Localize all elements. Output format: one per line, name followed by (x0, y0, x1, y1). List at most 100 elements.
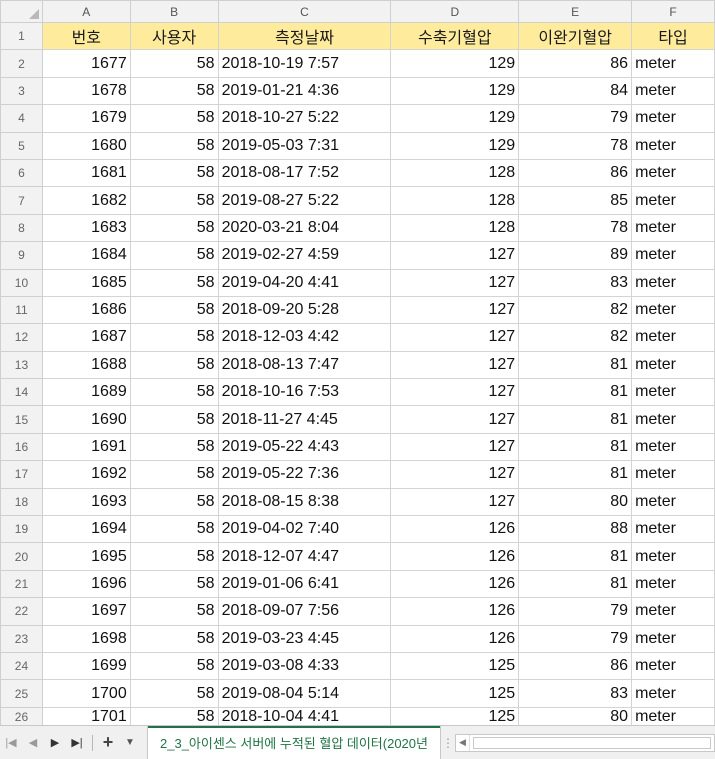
cell-user[interactable]: 58 (129, 378, 219, 407)
cell-diastolic[interactable]: 82 (518, 295, 633, 325)
cell-type[interactable]: meter (631, 378, 715, 407)
cell-user[interactable]: 58 (129, 295, 219, 325)
column-header-a[interactable]: A (41, 0, 131, 23)
cell-date[interactable]: 2019-05-03 7:31 (217, 131, 392, 160)
row-header[interactable]: 23 (0, 624, 43, 653)
cell-type[interactable]: meter (631, 213, 715, 243)
row-header[interactable]: 6 (0, 158, 43, 188)
cell-type[interactable]: meter (631, 569, 715, 599)
cell-systolic[interactable]: 128 (390, 158, 520, 188)
cell-systolic[interactable]: 127 (390, 405, 520, 434)
cell-systolic[interactable]: 127 (390, 432, 520, 462)
cell-user[interactable]: 58 (129, 460, 219, 489)
cell-systolic[interactable]: 129 (390, 76, 520, 106)
cell-id[interactable]: 1701 (41, 706, 131, 725)
cell-systolic[interactable]: 126 (390, 569, 520, 599)
prev-sheet-icon[interactable]: ◀ (22, 726, 44, 759)
cell-id[interactable]: 1688 (41, 350, 131, 380)
cell-date[interactable]: 2020-03-21 8:04 (217, 213, 392, 243)
cell-date[interactable]: 2018-09-20 5:28 (217, 295, 392, 325)
column-header-c[interactable]: C (217, 0, 392, 23)
row-header[interactable]: 10 (0, 268, 43, 297)
row-header[interactable]: 21 (0, 569, 43, 599)
row-header[interactable]: 11 (0, 295, 43, 325)
cell-type[interactable]: meter (631, 597, 715, 626)
cell-diastolic[interactable]: 81 (518, 460, 633, 489)
cell-type[interactable]: meter (631, 432, 715, 462)
row-header[interactable]: 26 (0, 706, 43, 725)
row-header[interactable]: 14 (0, 378, 43, 407)
cell-systolic[interactable]: 126 (390, 542, 520, 571)
cell-type[interactable]: meter (631, 323, 715, 352)
cell-date[interactable]: 2019-08-27 5:22 (217, 186, 392, 215)
cell-type[interactable]: meter (631, 295, 715, 325)
cell-systolic[interactable]: 129 (390, 49, 520, 78)
cell-type[interactable]: meter (631, 350, 715, 380)
cell-user[interactable]: 58 (129, 104, 219, 133)
cell-id[interactable]: 1694 (41, 515, 131, 544)
spreadsheet-grid[interactable]: A B C D E F 1 번호 사용자 측정날짜 수축기혈압 이완기혈압 타입… (0, 0, 715, 725)
cell-systolic[interactable]: 127 (390, 268, 520, 297)
cell-systolic[interactable]: 127 (390, 350, 520, 380)
cell-id[interactable]: 1679 (41, 104, 131, 133)
row-header[interactable]: 3 (0, 76, 43, 106)
cell-user[interactable]: 58 (129, 679, 219, 708)
column-header-d[interactable]: D (390, 0, 520, 23)
cell-user[interactable]: 58 (129, 241, 219, 270)
cell-diastolic[interactable]: 81 (518, 432, 633, 462)
cell-diastolic[interactable]: 82 (518, 323, 633, 352)
cell-id[interactable]: 1686 (41, 295, 131, 325)
cell-type[interactable]: meter (631, 131, 715, 160)
cell-diastolic[interactable]: 78 (518, 131, 633, 160)
cell-date[interactable]: 2019-05-22 4:43 (217, 432, 392, 462)
horizontal-scrollbar[interactable]: ◀ (454, 733, 715, 752)
cell-systolic[interactable]: 127 (390, 295, 520, 325)
cell-diastolic[interactable]: 81 (518, 350, 633, 380)
cell-header-diastolic[interactable]: 이완기혈압 (518, 21, 633, 51)
add-sheet-button[interactable]: + (97, 726, 119, 759)
cell-id[interactable]: 1689 (41, 378, 131, 407)
cell-date[interactable]: 2019-08-04 5:14 (217, 679, 392, 708)
cell-date[interactable]: 2019-01-06 6:41 (217, 569, 392, 599)
row-header[interactable]: 13 (0, 350, 43, 380)
cell-id[interactable]: 1697 (41, 597, 131, 626)
cell-systolic[interactable]: 126 (390, 597, 520, 626)
cell-date[interactable]: 2018-10-04 4:41 (217, 706, 392, 725)
cell-id[interactable]: 1684 (41, 241, 131, 270)
cell-id[interactable]: 1699 (41, 651, 131, 681)
cell-diastolic[interactable]: 80 (518, 706, 633, 725)
scroll-left-icon[interactable]: ◀ (456, 734, 470, 751)
row-header[interactable]: 5 (0, 131, 43, 160)
cell-user[interactable]: 58 (129, 651, 219, 681)
row-header[interactable]: 15 (0, 405, 43, 434)
cell-user[interactable]: 58 (129, 213, 219, 243)
cell-id[interactable]: 1690 (41, 405, 131, 434)
tab-splitter-handle[interactable]: ⋮ (441, 726, 455, 759)
cell-date[interactable]: 2018-10-19 7:57 (217, 49, 392, 78)
cell-header-user[interactable]: 사용자 (129, 21, 219, 51)
cell-date[interactable]: 2018-10-16 7:53 (217, 378, 392, 407)
cell-diastolic[interactable]: 81 (518, 542, 633, 571)
cell-id[interactable]: 1700 (41, 679, 131, 708)
row-header[interactable]: 16 (0, 432, 43, 462)
cell-systolic[interactable]: 129 (390, 104, 520, 133)
cell-date[interactable]: 2019-04-20 4:41 (217, 268, 392, 297)
row-header[interactable]: 4 (0, 104, 43, 133)
cell-id[interactable]: 1696 (41, 569, 131, 599)
row-header[interactable]: 17 (0, 460, 43, 489)
cell-header-type[interactable]: 타입 (631, 21, 715, 51)
cell-id[interactable]: 1693 (41, 487, 131, 517)
cell-diastolic[interactable]: 80 (518, 487, 633, 517)
cell-diastolic[interactable]: 81 (518, 569, 633, 599)
cell-diastolic[interactable]: 79 (518, 624, 633, 653)
cell-date[interactable]: 2018-10-27 5:22 (217, 104, 392, 133)
cell-systolic[interactable]: 127 (390, 378, 520, 407)
cell-diastolic[interactable]: 83 (518, 268, 633, 297)
cell-type[interactable]: meter (631, 487, 715, 517)
cell-date[interactable]: 2018-12-07 4:47 (217, 542, 392, 571)
cell-type[interactable]: meter (631, 49, 715, 78)
cell-diastolic[interactable]: 78 (518, 213, 633, 243)
cell-type[interactable]: meter (631, 104, 715, 133)
cell-diastolic[interactable]: 86 (518, 49, 633, 78)
cell-id[interactable]: 1681 (41, 158, 131, 188)
